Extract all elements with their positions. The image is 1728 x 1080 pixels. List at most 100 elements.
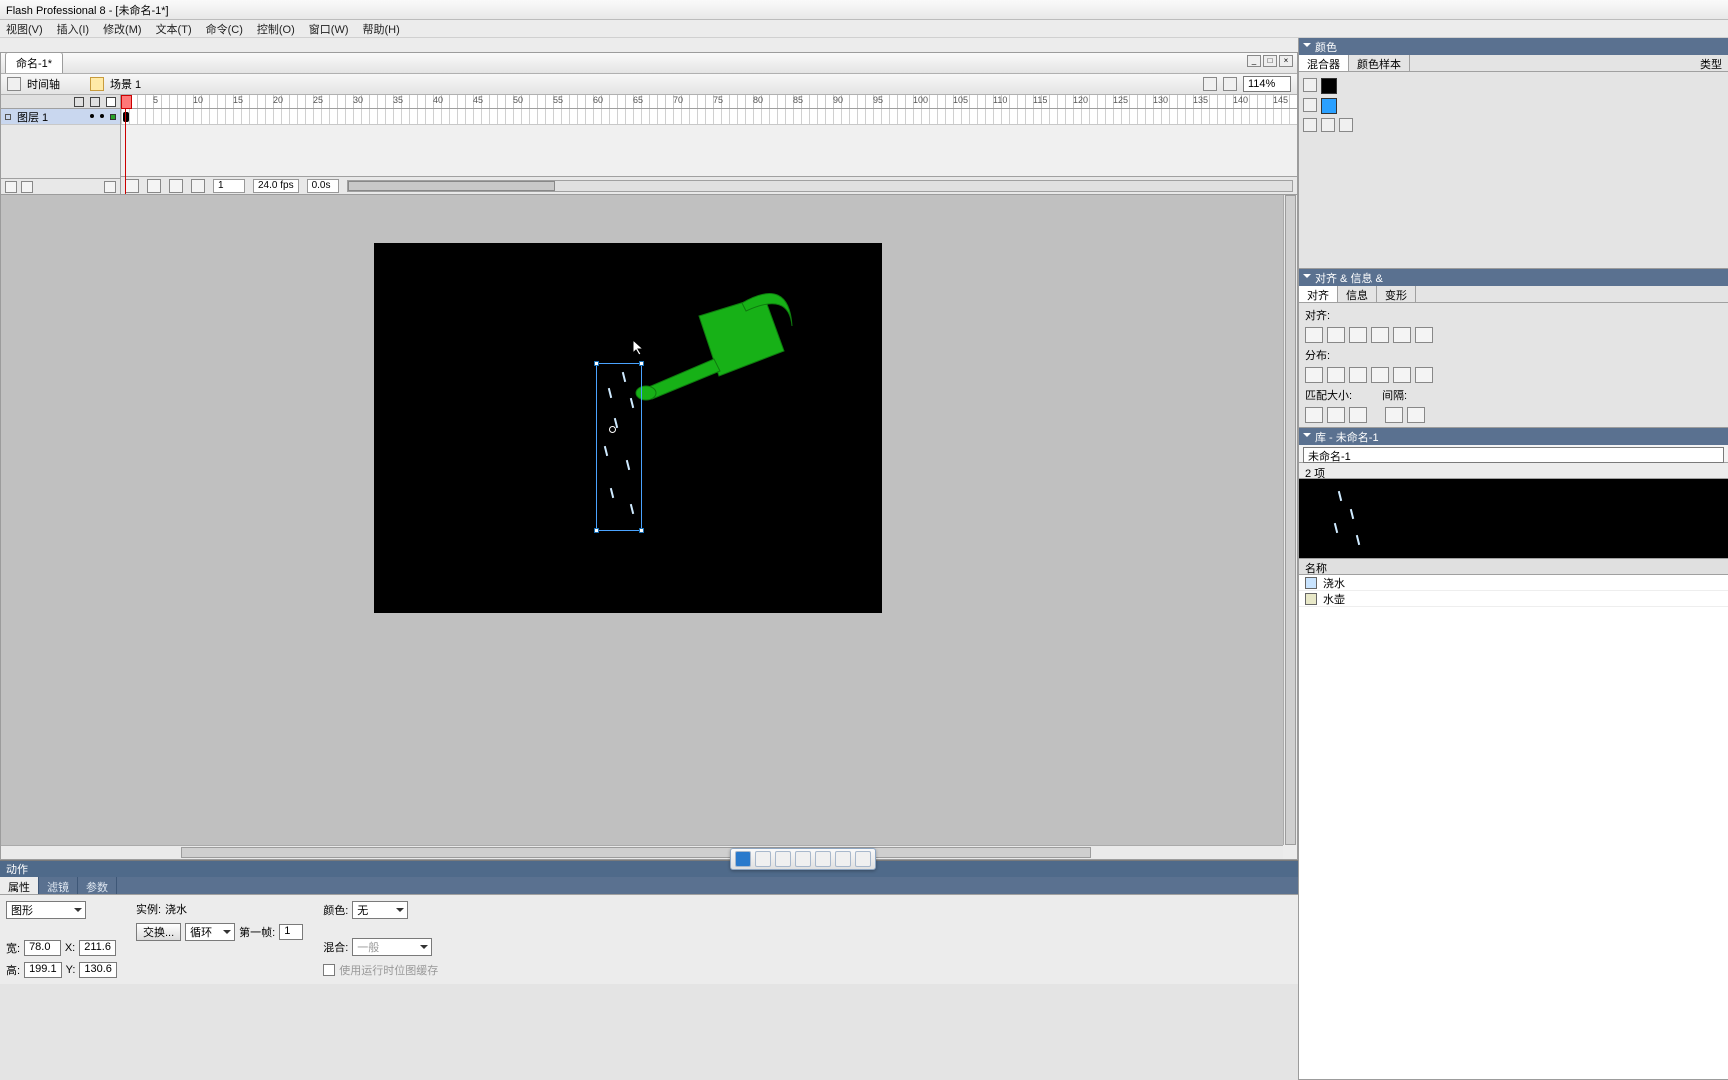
tool-button[interactable]: [795, 851, 811, 867]
space-h-button[interactable]: [1385, 407, 1403, 423]
y-input[interactable]: 130.6: [79, 962, 117, 978]
pencil-icon[interactable]: [1303, 78, 1317, 92]
library-item[interactable]: 浇水: [1299, 575, 1728, 591]
scene-icon[interactable]: [90, 77, 104, 91]
dist-right-button[interactable]: [1415, 367, 1433, 383]
tool-button[interactable]: [755, 851, 771, 867]
doc-maximize-button[interactable]: □: [1263, 55, 1277, 67]
dist-left-button[interactable]: [1371, 367, 1389, 383]
swap-colors-icon[interactable]: [1339, 118, 1353, 132]
library-column-name[interactable]: 名称: [1299, 559, 1728, 575]
collapse-icon[interactable]: [1303, 433, 1311, 441]
tool-button[interactable]: [775, 851, 791, 867]
no-color-icon[interactable]: [1321, 118, 1335, 132]
layer-outline-swatch[interactable]: [110, 114, 116, 120]
tab-properties[interactable]: 属性: [0, 877, 39, 894]
first-frame-input[interactable]: 1: [279, 924, 303, 940]
align-vcenter-button[interactable]: [1393, 327, 1411, 343]
timeline-frames-row[interactable]: [121, 109, 1297, 125]
timeline-scrollbar[interactable]: [347, 180, 1293, 192]
zoom-input[interactable]: 114%: [1243, 76, 1291, 92]
selection-bounding-box[interactable]: [596, 363, 642, 531]
stage[interactable]: [374, 243, 882, 613]
menu-text[interactable]: 文本(T): [156, 21, 192, 37]
library-list[interactable]: 浇水 水壶: [1299, 575, 1728, 1079]
color-panel-header[interactable]: 颜色: [1299, 38, 1728, 55]
lock-icon[interactable]: [90, 97, 100, 107]
library-panel-header[interactable]: 库 - 未命名-1: [1299, 428, 1728, 445]
match-width-button[interactable]: [1305, 407, 1323, 423]
delete-layer-button[interactable]: [104, 181, 116, 193]
onion-skin-icon[interactable]: [125, 179, 139, 193]
edit-multi-icon[interactable]: [169, 179, 183, 193]
stage-pasteboard[interactable]: [1, 195, 1297, 845]
timeline-ruler[interactable]: 1 5 10 15 20 25 30 35 40 45 50 55 60 65 …: [121, 95, 1297, 109]
tab-mixer[interactable]: 混合器: [1299, 55, 1349, 71]
floating-toolbar[interactable]: [730, 848, 876, 870]
playhead[interactable]: [125, 95, 126, 194]
align-left-button[interactable]: [1305, 327, 1323, 343]
dist-hcenter-button[interactable]: [1393, 367, 1411, 383]
tool-button[interactable]: [815, 851, 831, 867]
handle-icon[interactable]: [639, 361, 644, 366]
eye-icon[interactable]: [74, 97, 84, 107]
black-white-icon[interactable]: [1303, 118, 1317, 132]
library-item[interactable]: 水壶: [1299, 591, 1728, 607]
x-input[interactable]: 211.6: [79, 940, 116, 956]
stage-h-scrollbar[interactable]: [1, 845, 1283, 859]
fill-color-swatch[interactable]: [1321, 98, 1337, 114]
width-input[interactable]: 78.0: [24, 940, 61, 956]
doc-minimize-button[interactable]: _: [1247, 55, 1261, 67]
handle-icon[interactable]: [639, 528, 644, 533]
color-effect-select[interactable]: 无: [352, 901, 408, 919]
layer-lock-dot[interactable]: [100, 114, 104, 118]
align-panel-header[interactable]: 对齐 & 信息 &: [1299, 269, 1728, 286]
current-frame-field[interactable]: 1: [213, 179, 245, 193]
tool-button[interactable]: [735, 851, 751, 867]
document-tab[interactable]: 命名-1*: [5, 52, 63, 73]
height-input[interactable]: 199.1: [24, 962, 62, 978]
tool-button[interactable]: [855, 851, 871, 867]
instance-type-select[interactable]: 图形: [6, 901, 86, 919]
dist-bottom-button[interactable]: [1349, 367, 1367, 383]
handle-icon[interactable]: [594, 528, 599, 533]
layer-row[interactable]: 图层 1: [1, 109, 120, 125]
tab-info[interactable]: 信息: [1338, 286, 1377, 302]
match-height-button[interactable]: [1327, 407, 1345, 423]
menu-help[interactable]: 帮助(H): [363, 21, 400, 37]
space-v-button[interactable]: [1407, 407, 1425, 423]
dist-top-button[interactable]: [1305, 367, 1323, 383]
doc-close-button[interactable]: ×: [1279, 55, 1293, 67]
stroke-color-swatch[interactable]: [1321, 78, 1337, 94]
tool-button[interactable]: [835, 851, 851, 867]
collapse-icon[interactable]: [1303, 43, 1311, 51]
onion-markers-icon[interactable]: [191, 179, 205, 193]
swap-button[interactable]: 交换...: [136, 923, 181, 941]
menu-window[interactable]: 窗口(W): [309, 21, 349, 37]
menu-control[interactable]: 控制(O): [257, 21, 295, 37]
tab-transform[interactable]: 变形: [1377, 286, 1416, 302]
onion-outline-icon[interactable]: [147, 179, 161, 193]
outline-icon[interactable]: [106, 97, 116, 107]
new-layer-button[interactable]: [5, 181, 17, 193]
match-both-button[interactable]: [1349, 407, 1367, 423]
menu-insert[interactable]: 插入(I): [57, 21, 89, 37]
cache-bitmap-checkbox[interactable]: [323, 964, 335, 976]
blend-select[interactable]: 一般: [352, 938, 432, 956]
keyframe[interactable]: [123, 112, 129, 122]
dist-vcenter-button[interactable]: [1327, 367, 1345, 383]
align-bottom-button[interactable]: [1415, 327, 1433, 343]
menu-modify[interactable]: 修改(M): [103, 21, 142, 37]
loop-select[interactable]: 循环: [185, 923, 235, 941]
menu-command[interactable]: 命令(C): [206, 21, 243, 37]
menu-view[interactable]: 视图(V): [6, 21, 43, 37]
align-top-button[interactable]: [1371, 327, 1389, 343]
align-right-button[interactable]: [1349, 327, 1367, 343]
collapse-icon[interactable]: [1303, 274, 1311, 282]
tab-parameters[interactable]: 参数: [78, 877, 117, 894]
align-hcenter-button[interactable]: [1327, 327, 1345, 343]
handle-icon[interactable]: [594, 361, 599, 366]
new-folder-button[interactable]: [21, 181, 33, 193]
tab-filters[interactable]: 滤镜: [39, 877, 78, 894]
actions-panel-header[interactable]: 动作: [0, 861, 1298, 877]
